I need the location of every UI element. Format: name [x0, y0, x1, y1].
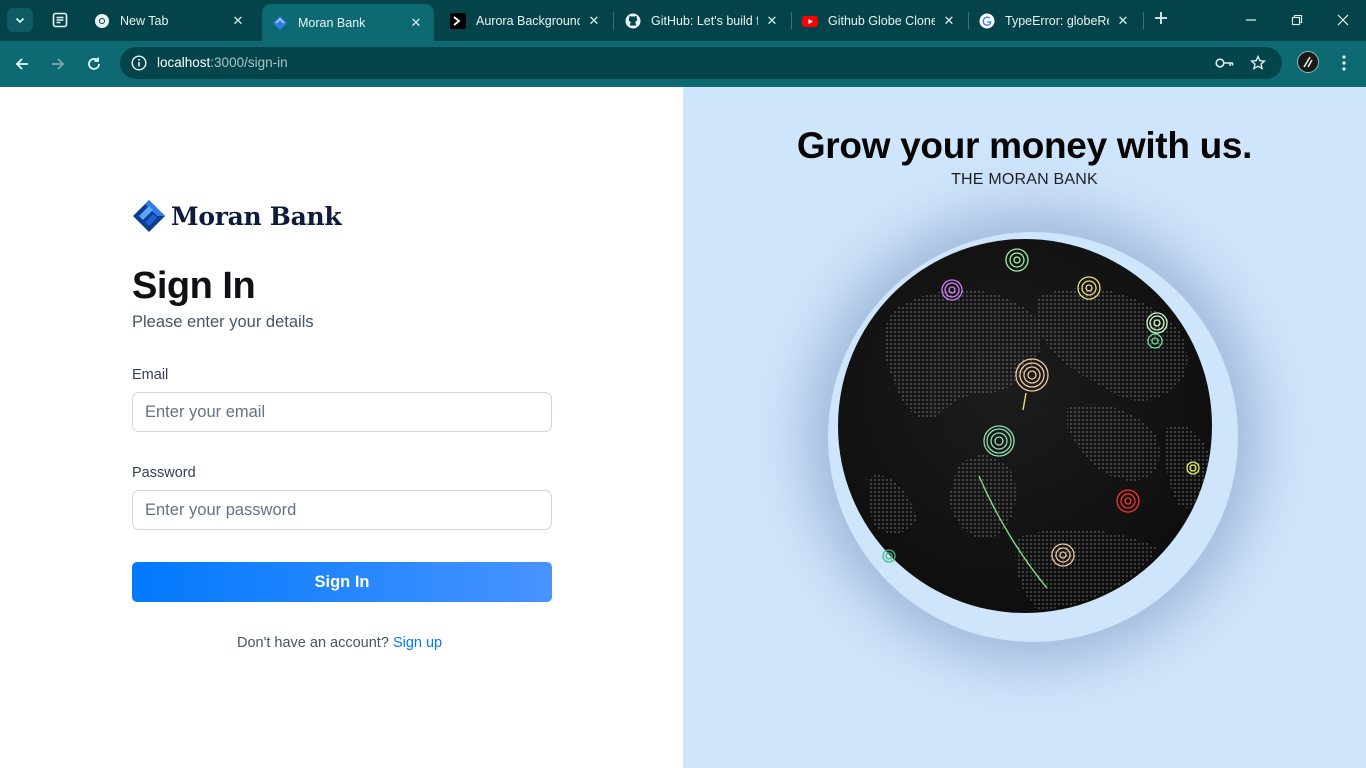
hero-headline: Grow your money with us. — [796, 125, 1253, 166]
tab-title: Github Globe Clone — [828, 13, 935, 28]
tab-youtube[interactable]: Github Globe Clone ✕ — [792, 4, 967, 37]
terminal-prompt-icon — [450, 12, 466, 29]
signup-question: Don't have an account? — [237, 635, 389, 651]
password-field[interactable] — [132, 490, 552, 530]
site-info-button[interactable] — [128, 52, 150, 74]
chrome-icon — [94, 13, 110, 29]
info-icon — [131, 55, 147, 71]
tab-typeerror[interactable]: TypeError: globeRef ✕ — [969, 4, 1141, 37]
key-icon — [1215, 58, 1234, 68]
plus-icon — [1155, 12, 1167, 24]
password-manager-button[interactable] — [1214, 54, 1236, 72]
sign-up-link[interactable]: Sign up — [393, 635, 442, 651]
tab-aurora-background[interactable]: Aurora Background ✕ — [440, 4, 612, 37]
page-content: Moran Bank Sign In Please enter your det… — [0, 87, 1366, 768]
page-subtitle: Please enter your details — [132, 313, 314, 331]
hero-panel: Grow your money with us. THE MORAN BANK — [683, 87, 1366, 768]
close-icon[interactable]: ✕ — [1115, 13, 1131, 29]
close-icon — [1337, 14, 1349, 26]
globe-visual[interactable] — [837, 238, 1213, 614]
avatar-icon — [1303, 56, 1313, 68]
tab-new-tab[interactable]: New Tab ✕ — [84, 4, 256, 37]
star-icon — [1250, 55, 1266, 70]
page-title: Sign In — [132, 265, 256, 307]
moran-bank-logo-icon — [133, 200, 165, 232]
tab-moran-bank[interactable]: Moran Bank ✕ — [262, 4, 434, 41]
browser-toolbar: localhost:3000/sign-in — [0, 41, 1366, 87]
tab-title: Aurora Background — [476, 13, 580, 28]
url-host: localhost — [157, 55, 211, 70]
restore-button[interactable] — [1282, 8, 1312, 32]
url-path: :3000/sign-in — [210, 55, 288, 70]
browser-menu-button[interactable] — [1334, 52, 1354, 74]
forward-button[interactable] — [46, 52, 70, 76]
restore-icon — [1291, 14, 1303, 26]
arrow-right-icon — [52, 58, 65, 70]
reload-icon — [88, 57, 100, 70]
close-icon[interactable]: ✕ — [764, 13, 780, 29]
hero-subheadline: THE MORAN BANK — [951, 171, 1098, 188]
browser-tab-strip: New Tab ✕ Moran Bank ✕ Aurora Background… — [0, 0, 1366, 41]
url-text[interactable]: localhost:3000/sign-in — [157, 55, 288, 70]
close-icon[interactable]: ✕ — [586, 13, 602, 29]
tab-title: New Tab — [120, 13, 169, 28]
sign-in-button[interactable]: Sign In — [132, 562, 552, 602]
moran-bank-favicon — [272, 15, 288, 31]
minimize-icon — [1246, 19, 1256, 21]
google-icon — [979, 13, 995, 29]
arrow-left-icon — [15, 58, 28, 70]
more-vertical-icon — [1342, 55, 1346, 71]
close-icon[interactable]: ✕ — [941, 13, 957, 29]
profile-avatar[interactable] — [1297, 51, 1319, 73]
close-icon[interactable]: ✕ — [408, 15, 424, 31]
chevron-down-icon — [15, 17, 25, 24]
tab-title: GitHub: Let's build f — [651, 13, 758, 28]
tab-separator — [613, 12, 614, 29]
tab-search-button[interactable] — [7, 8, 33, 32]
new-tab-button[interactable] — [1151, 10, 1171, 30]
bookmark-button[interactable] — [1248, 53, 1268, 73]
youtube-icon — [802, 13, 818, 29]
brand-name: Moran Bank — [171, 201, 342, 231]
reading-list-button[interactable] — [50, 10, 70, 30]
password-label: Password — [132, 465, 196, 481]
brand-logo[interactable]: Moran Bank — [132, 199, 342, 233]
tab-title: Moran Bank — [298, 15, 366, 30]
globe-container[interactable] — [803, 207, 1263, 667]
address-bar[interactable]: localhost:3000/sign-in — [120, 47, 1282, 79]
reading-list-icon — [52, 12, 68, 28]
reload-button[interactable] — [82, 52, 106, 76]
email-field[interactable] — [132, 392, 552, 432]
back-button[interactable] — [10, 52, 34, 76]
github-icon — [625, 13, 641, 29]
minimize-button[interactable] — [1236, 8, 1266, 32]
signup-prompt-text: Don't have an account? Sign up — [237, 635, 442, 651]
tab-title: TypeError: globeRef — [1005, 13, 1109, 28]
close-window-button[interactable] — [1328, 8, 1358, 32]
tab-github[interactable]: GitHub: Let's build f ✕ — [615, 4, 790, 37]
tab-separator — [1143, 12, 1144, 29]
auth-panel: Moran Bank Sign In Please enter your det… — [0, 87, 683, 768]
email-label: Email — [132, 367, 169, 383]
close-icon[interactable]: ✕ — [230, 13, 246, 29]
